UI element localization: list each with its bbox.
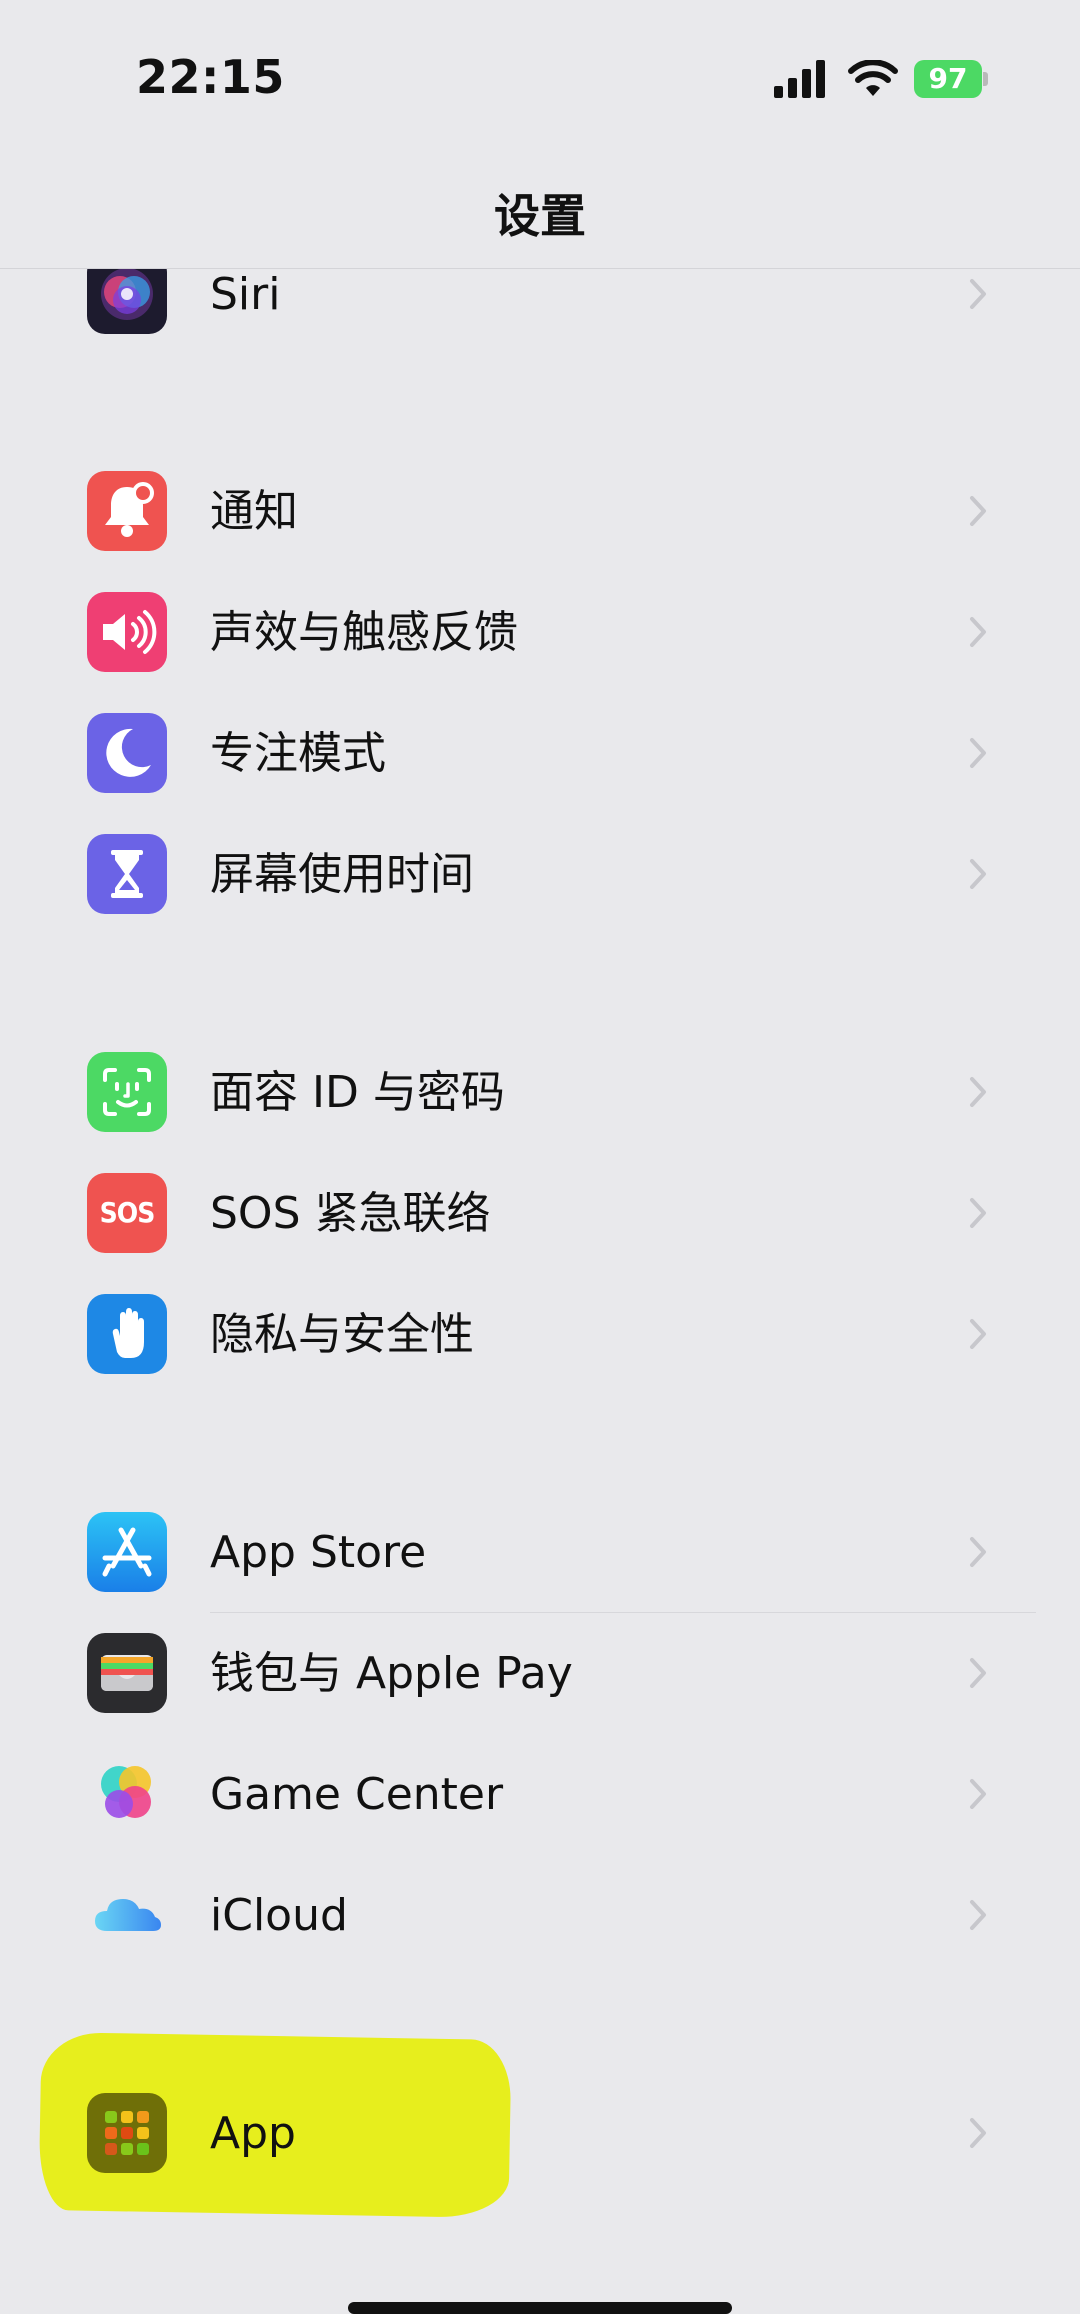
settings-row-screen-time[interactable]: 屏幕使用时间 [0, 814, 1080, 934]
game-center-icon [87, 1754, 167, 1834]
chevron-right-icon [970, 496, 986, 526]
row-label: App [210, 2108, 296, 2159]
chevron-right-icon [970, 738, 986, 768]
row-label: SOS 紧急联络 [210, 1188, 491, 1239]
settings-list: Siri 通知 声效与触感反馈 专注模式 屏幕使用时间 面容 ID 与密码 SO… [0, 0, 1080, 2311]
moon-icon [87, 713, 167, 793]
row-label: Siri [210, 269, 281, 320]
home-indicator[interactable] [348, 2302, 732, 2314]
row-label: 通知 [210, 486, 298, 537]
sos-icon-text: SOS [99, 1196, 156, 1229]
row-label: App Store [210, 1527, 427, 1578]
chevron-right-icon [970, 279, 986, 309]
row-label: 屏幕使用时间 [210, 849, 474, 900]
settings-row-notifications[interactable]: 通知 [0, 451, 1080, 571]
settings-row-sounds[interactable]: 声效与触感反馈 [0, 572, 1080, 692]
hand-icon [87, 1294, 167, 1374]
row-label: 钱包与 Apple Pay [210, 1648, 573, 1699]
hourglass-icon [87, 834, 167, 914]
chevron-right-icon [970, 859, 986, 889]
chevron-right-icon [970, 1537, 986, 1567]
bell-icon [87, 471, 167, 551]
settings-row-sos[interactable]: SOS SOS 紧急联络 [0, 1153, 1080, 1273]
row-label: iCloud [210, 1890, 348, 1941]
row-label: Game Center [210, 1769, 504, 1820]
wallet-icon [87, 1633, 167, 1713]
row-label: 隐私与安全性 [210, 1309, 474, 1360]
settings-row-wallet[interactable]: 钱包与 Apple Pay [0, 1613, 1080, 1733]
row-label: 专注模式 [210, 728, 386, 779]
settings-row-face-id[interactable]: 面容 ID 与密码 [0, 1032, 1080, 1152]
page-title: 设置 [494, 189, 586, 243]
row-label: 声效与触感反馈 [210, 607, 518, 658]
settings-row-icloud[interactable]: iCloud [0, 1855, 1080, 1975]
sos-icon: SOS [87, 1173, 167, 1253]
settings-row-privacy[interactable]: 隐私与安全性 [0, 1274, 1080, 1394]
chevron-right-icon [970, 617, 986, 647]
navigation-bar: 设置 [0, 150, 1080, 269]
chevron-right-icon [970, 1198, 986, 1228]
chevron-right-icon [970, 1319, 986, 1349]
settings-row-focus[interactable]: 专注模式 [0, 693, 1080, 813]
settings-row-apps[interactable]: App [0, 2073, 1080, 2193]
chevron-right-icon [970, 1779, 986, 1809]
speaker-icon [87, 592, 167, 672]
chevron-right-icon [970, 2118, 986, 2148]
settings-row-game-center[interactable]: Game Center [0, 1734, 1080, 1854]
chevron-right-icon [970, 1900, 986, 1930]
icloud-icon [87, 1875, 167, 1955]
chevron-right-icon [970, 1077, 986, 1107]
chevron-right-icon [970, 1658, 986, 1688]
row-label: 面容 ID 与密码 [210, 1067, 505, 1118]
app-store-icon [87, 1512, 167, 1592]
settings-row-app-store[interactable]: App Store [0, 1492, 1080, 1612]
face-id-icon [87, 1052, 167, 1132]
apps-grid-icon [87, 2093, 167, 2173]
